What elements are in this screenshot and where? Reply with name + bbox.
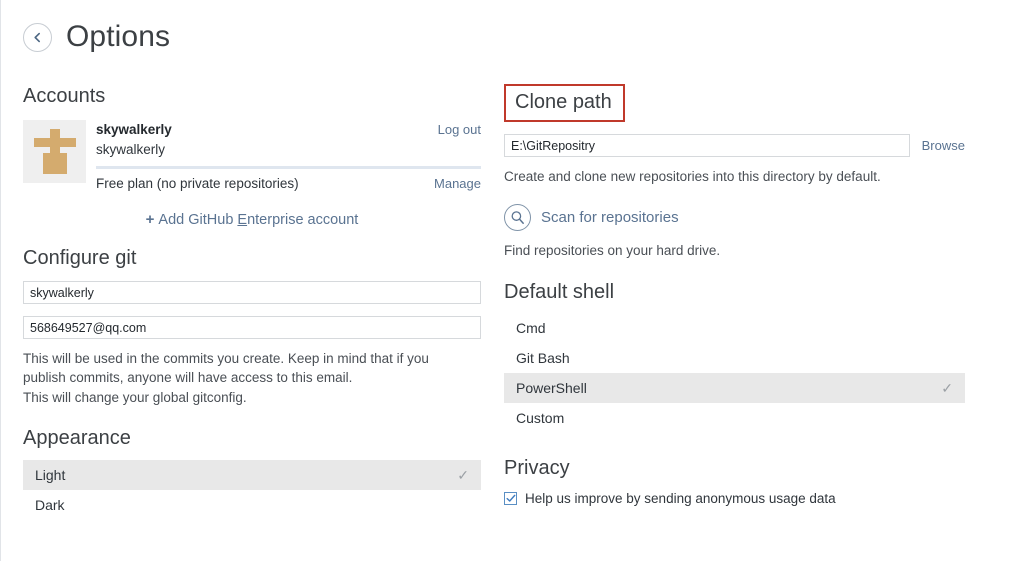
git-help-line-2: publish commits, anyone will have access… (23, 370, 353, 386)
left-column: Accounts skywalkerly Log out skywalkerly… (23, 84, 481, 520)
clone-path-highlight-box: Clone path (504, 84, 625, 122)
right-column: Clone path Browse Create and clone new r… (504, 84, 965, 506)
clone-path-description: Create and clone new repositories into t… (504, 169, 881, 184)
check-icon (506, 494, 515, 502)
shell-option-custom[interactable]: Custom (504, 403, 965, 433)
git-email-input[interactable] (23, 316, 481, 340)
appearance-option-light[interactable]: Light ✓ (23, 460, 481, 491)
shell-option-cmd[interactable]: Cmd (504, 313, 965, 343)
avatar-shape-horizontal (34, 138, 76, 147)
git-name-input[interactable] (23, 281, 481, 305)
add-github-enterprise-account-button[interactable]: + Add GitHub Enterprise account (23, 211, 481, 228)
chevron-left-icon (33, 32, 42, 43)
appearance-option-list: Light ✓ Dark (23, 460, 481, 520)
browse-button[interactable]: Browse (922, 138, 965, 153)
usage-data-label: Help us improve by sending anonymous usa… (525, 490, 836, 506)
add-enterprise-label-post: nterprise account (247, 212, 359, 229)
usage-data-checkbox[interactable] (504, 491, 517, 505)
default-shell-heading: Default shell (504, 280, 615, 303)
configure-git-heading: Configure git (23, 247, 137, 270)
account-plan-text: Free plan (no private repositories) (96, 176, 299, 192)
manage-link[interactable]: Manage (434, 176, 481, 191)
account-display-name: skywalkerly (96, 122, 172, 137)
avatar (23, 120, 86, 183)
scan-description: Find repositories on your hard drive. (504, 243, 721, 259)
shell-option-git-bash[interactable]: Git Bash (504, 343, 965, 373)
appearance-heading: Appearance (23, 427, 131, 450)
usage-data-checkbox-row[interactable]: Help us improve by sending anonymous usa… (504, 491, 965, 506)
account-plan-line: Free plan (no private repositories) Mana… (96, 176, 481, 191)
shell-option-powershell-label: PowerShell (516, 379, 587, 396)
privacy-heading: Privacy (504, 456, 570, 479)
page-header: Options (23, 22, 170, 52)
account-row: skywalkerly Log out skywalkerly Free pla… (23, 120, 481, 191)
add-enterprise-label-pre: Add GitHub (158, 212, 238, 229)
plus-icon: + (145, 211, 155, 229)
appearance-option-dark-label: Dark (35, 497, 65, 514)
account-login: skywalkerly (96, 141, 166, 157)
back-button[interactable] (23, 22, 52, 52)
appearance-option-light-label: Light (35, 467, 66, 484)
check-icon: ✓ (941, 379, 953, 396)
shell-option-git-bash-label: Git Bash (516, 349, 570, 366)
account-name-line: skywalkerly Log out (96, 120, 481, 140)
options-window: Options Accounts skywalkerly Log out sky… (0, 0, 1012, 561)
shell-option-cmd-label: Cmd (516, 319, 546, 336)
scan-for-repositories-button[interactable]: Scan for repositories (504, 204, 965, 232)
search-icon (504, 204, 531, 232)
log-out-link[interactable]: Log out (438, 122, 481, 137)
page-title: Options (66, 20, 171, 53)
git-help-line-3: This will change your global gitconfig. (23, 389, 247, 405)
scan-for-repositories-label: Scan for repositories (541, 209, 679, 227)
clone-path-input[interactable] (504, 134, 910, 157)
account-divider (96, 166, 481, 170)
clone-path-heading: Clone path (515, 91, 612, 113)
shell-option-powershell[interactable]: PowerShell ✓ (504, 372, 965, 403)
clone-path-row: Browse (504, 134, 965, 157)
avatar-shape-base (43, 153, 67, 174)
shell-option-custom-label: Custom (516, 409, 565, 426)
default-shell-option-list: Cmd Git Bash PowerShell ✓ Custom (504, 313, 965, 433)
add-enterprise-label-accel: E (237, 212, 248, 229)
check-icon: ✓ (457, 467, 469, 484)
appearance-option-dark[interactable]: Dark (23, 490, 481, 520)
account-info: skywalkerly Log out skywalkerly Free pla… (96, 120, 481, 191)
git-help-line-1: This will be used in the commits you cre… (23, 351, 429, 367)
accounts-heading: Accounts (23, 85, 106, 107)
